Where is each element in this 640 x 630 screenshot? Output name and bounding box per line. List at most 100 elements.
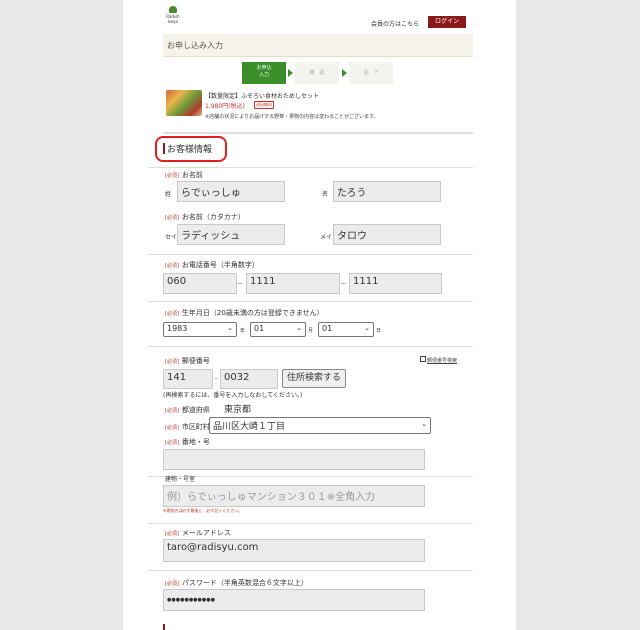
- divider: [148, 570, 473, 571]
- kana-first-input[interactable]: タロウ: [333, 224, 441, 245]
- street-label: [必須] 番地・号: [165, 437, 210, 447]
- radish-logo-icon: [169, 6, 177, 13]
- logo-text: Radish boya: [166, 14, 180, 24]
- password-input[interactable]: ●●●●●●●●●●●: [163, 589, 425, 611]
- step-confirm: 確 認: [295, 62, 339, 84]
- product-price: 1,980円(税込): [205, 103, 245, 110]
- city-select[interactable]: 品川区大崎１丁目 ⌄: [209, 417, 431, 434]
- phone-label: [必須] お電話番号（半角数字）: [165, 260, 259, 270]
- shipping-badge: 送料無料: [254, 101, 274, 109]
- kana-label: [必須] お名前（カタカナ）: [165, 212, 245, 222]
- prefecture-value: 東京都: [224, 405, 252, 415]
- product-title: 【数量限定】ふぞろい食材おためしセット: [205, 93, 320, 100]
- birth-day-select[interactable]: 01 ⌄: [318, 322, 374, 337]
- city-label: [必須] 市区町村: [165, 422, 210, 432]
- login-button[interactable]: ログイン: [428, 16, 466, 28]
- address-search-button[interactable]: 住所検索する: [282, 369, 346, 388]
- product-note: ※店舗の状況によりお届けする野菜・果物の内容は変わることがございます。: [205, 114, 379, 120]
- building-label: 建物・号室: [165, 476, 196, 483]
- first-name-prefix: 名: [322, 191, 329, 198]
- step-arrow-icon: [342, 69, 347, 77]
- section-title: お客様情報: [167, 145, 213, 155]
- birth-day-value: 01: [322, 324, 333, 333]
- form-page: Radish boya 会員の方はこちら ログイン お申し込み入力 お申込 入力…: [123, 0, 516, 630]
- required-badge: [必須]: [165, 408, 179, 414]
- email-label-text: メールアドレス: [181, 529, 231, 537]
- divider: [163, 132, 473, 134]
- name-label: [必須] お名前: [165, 170, 203, 180]
- logo[interactable]: Radish boya: [163, 6, 183, 28]
- chevron-down-icon: ⌄: [421, 420, 427, 428]
- birth-year-select[interactable]: 1983 ⌄: [163, 322, 237, 337]
- kana-label-text: お名前（カタカナ）: [181, 213, 245, 221]
- postal-label-text: 郵便番号: [181, 357, 210, 365]
- postal-separator: -: [215, 375, 218, 382]
- birthday-label-text: 生年月日（20歳未満の方は登録できません）: [181, 309, 324, 317]
- name-label-text: お名前: [181, 171, 203, 179]
- last-name-prefix: 姓: [165, 191, 172, 198]
- divider: [148, 346, 473, 347]
- phone-separator: －: [340, 281, 347, 288]
- step-complete: 完 了: [349, 62, 393, 84]
- postal-label: [必須] 郵便番号: [165, 356, 210, 366]
- divider: [148, 254, 473, 255]
- city-value: 品川区大崎１丁目: [213, 422, 286, 432]
- divider: [148, 476, 473, 477]
- postal-note: (再検索するには、番号を入力しなおしてください。): [163, 392, 303, 399]
- phone-separator: －: [237, 281, 244, 288]
- external-link-icon: [420, 356, 426, 362]
- page-title: お申し込み入力: [167, 41, 223, 50]
- chevron-down-icon: ⌄: [296, 324, 302, 332]
- required-badge: [必須]: [165, 311, 179, 317]
- postal-input-2[interactable]: 0032: [220, 369, 278, 389]
- required-badge: [必須]: [165, 425, 179, 431]
- postal-search-link[interactable]: 郵便番号検索: [420, 356, 457, 364]
- first-name-input[interactable]: たろう: [333, 181, 441, 202]
- required-badge: [必須]: [165, 440, 179, 446]
- divider: [148, 167, 473, 168]
- phone-input-1[interactable]: 060: [163, 273, 237, 294]
- postal-input-1[interactable]: 141: [163, 369, 213, 389]
- required-badge: [必須]: [165, 581, 179, 587]
- kana-first-prefix: メイ: [320, 234, 333, 241]
- birth-month-value: 01: [254, 324, 265, 333]
- kana-last-prefix: セイ: [165, 234, 178, 241]
- chevron-down-icon: ⌄: [227, 324, 233, 332]
- birthday-label: [必須] 生年月日（20歳未満の方は登録できません）: [165, 308, 324, 318]
- email-input[interactable]: taro@radisyu.com: [163, 539, 425, 562]
- phone-label-text: お電話番号（半角数字）: [181, 261, 259, 269]
- required-badge: [必須]: [165, 263, 179, 269]
- kana-last-input[interactable]: ラディッシュ: [177, 224, 285, 245]
- required-badge: [必須]: [165, 531, 179, 537]
- required-badge: [必須]: [165, 215, 179, 221]
- birth-year-value: 1983: [167, 324, 188, 333]
- next-section-bar: [163, 624, 165, 630]
- month-unit: 月: [308, 328, 314, 334]
- year-unit: 年: [240, 328, 246, 334]
- building-input[interactable]: 例）らでぃっしゅマンション３０１※全角入力: [163, 485, 425, 507]
- page-title-bar: お申し込み入力: [163, 34, 473, 57]
- section-title-bar: [163, 143, 165, 154]
- prefecture-label: [必須] 都道府県: [165, 405, 210, 415]
- member-text: 会員の方はこちら: [371, 21, 420, 28]
- step-active: お申込 入力: [242, 62, 286, 84]
- divider: [148, 301, 473, 302]
- password-label: [必須] パスワード（半角英数混合６文字以上）: [165, 578, 308, 588]
- building-note: ※建物名は必ず最後に、必ず記入ください。: [163, 508, 243, 513]
- postal-search-text: 郵便番号検索: [427, 358, 458, 364]
- divider: [148, 523, 473, 524]
- product-image: [166, 90, 202, 116]
- last-name-input[interactable]: らでぃっしゅ: [177, 181, 285, 202]
- city-label-text: 市区町村: [181, 423, 210, 431]
- required-badge: [必須]: [165, 359, 179, 365]
- street-input[interactable]: [163, 449, 425, 470]
- street-label-text: 番地・号: [181, 438, 210, 446]
- phone-input-2[interactable]: 1111: [246, 273, 340, 294]
- step-arrow-icon: [288, 69, 293, 77]
- day-unit: 日: [376, 328, 382, 334]
- chevron-down-icon: ⌄: [364, 324, 370, 332]
- phone-input-3[interactable]: 1111: [349, 273, 442, 294]
- prefecture-label-text: 都道府県: [181, 406, 210, 414]
- required-badge: [必須]: [165, 173, 179, 179]
- birth-month-select[interactable]: 01 ⌄: [250, 322, 306, 337]
